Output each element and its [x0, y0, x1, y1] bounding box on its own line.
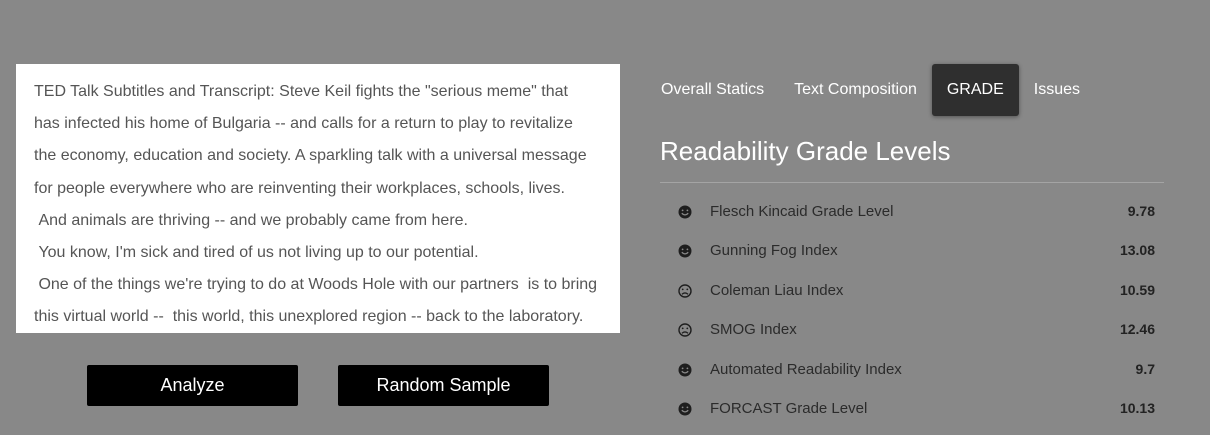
grade-row: Gunning Fog Index 13.08 [660, 231, 1164, 270]
grade-row: Automated Readability Index 9.7 [660, 350, 1164, 389]
text-line: One of the things we're trying to do at … [34, 276, 598, 294]
grade-label: Coleman Liau Index [710, 281, 844, 299]
text-line: the economy, education and society. A sp… [34, 147, 587, 165]
text-line: has infected his home of Bulgaria -- and… [34, 115, 573, 133]
tab-bar: Overall Statics Text Composition GRADE I… [646, 64, 1095, 116]
smile-icon [677, 401, 693, 417]
grade-value: 10.59 [1119, 281, 1155, 298]
grade-value: 10.13 [1119, 399, 1155, 416]
text-line: this virtual world -- this world, this u… [34, 308, 584, 326]
grade-row: SMOG Index 12.46 [660, 310, 1164, 349]
smile-icon [677, 204, 693, 220]
tab-text-composition[interactable]: Text Composition [779, 64, 932, 116]
tab-overall-statics[interactable]: Overall Statics [646, 64, 779, 116]
divider [660, 182, 1164, 183]
grade-label: Flesch Kincaid Grade Level [710, 203, 894, 220]
tab-grade[interactable]: GRADE [931, 64, 1019, 116]
text-line: for people everywhere who are reinventin… [34, 179, 565, 197]
tab-issues[interactable]: Issues [1019, 64, 1095, 116]
grade-row: Flesch Kincaid Grade Level 9.78 [660, 192, 1164, 231]
text-line: And animals are thriving -- and we proba… [34, 211, 468, 229]
frown-icon [677, 283, 693, 299]
grade-list: Flesch Kincaid Grade Level 9.78 Gunning Fo… [660, 192, 1164, 428]
grade-value: 9.7 [1135, 360, 1155, 377]
grade-label: Gunning Fog Index [710, 242, 838, 260]
text-input-area[interactable]: TED Talk Subtitles and Transcript: Steve… [16, 64, 620, 333]
smile-icon [677, 362, 693, 378]
grade-row: FORCAST Grade Level 10.13 [660, 389, 1164, 428]
grade-row: Coleman Liau Index 10.59 [660, 271, 1164, 310]
text-line: TED Talk Subtitles and Transcript: Steve… [34, 83, 568, 100]
text-line: You know, I'm sick and tired of us not l… [34, 244, 479, 262]
random-sample-button[interactable]: Random Sample [338, 365, 549, 406]
grade-value: 12.46 [1119, 321, 1155, 338]
section-title: Readability Grade Levels [660, 136, 951, 166]
grade-value: 9.78 [1127, 203, 1155, 219]
grade-label: SMOG Index [710, 321, 797, 339]
smile-icon [677, 243, 693, 259]
analyze-button[interactable]: Analyze [87, 365, 298, 406]
grade-value: 13.08 [1119, 242, 1155, 259]
frown-icon [677, 322, 693, 338]
grade-label: Automated Readability Index [710, 360, 902, 378]
grade-label: FORCAST Grade Level [710, 399, 868, 417]
